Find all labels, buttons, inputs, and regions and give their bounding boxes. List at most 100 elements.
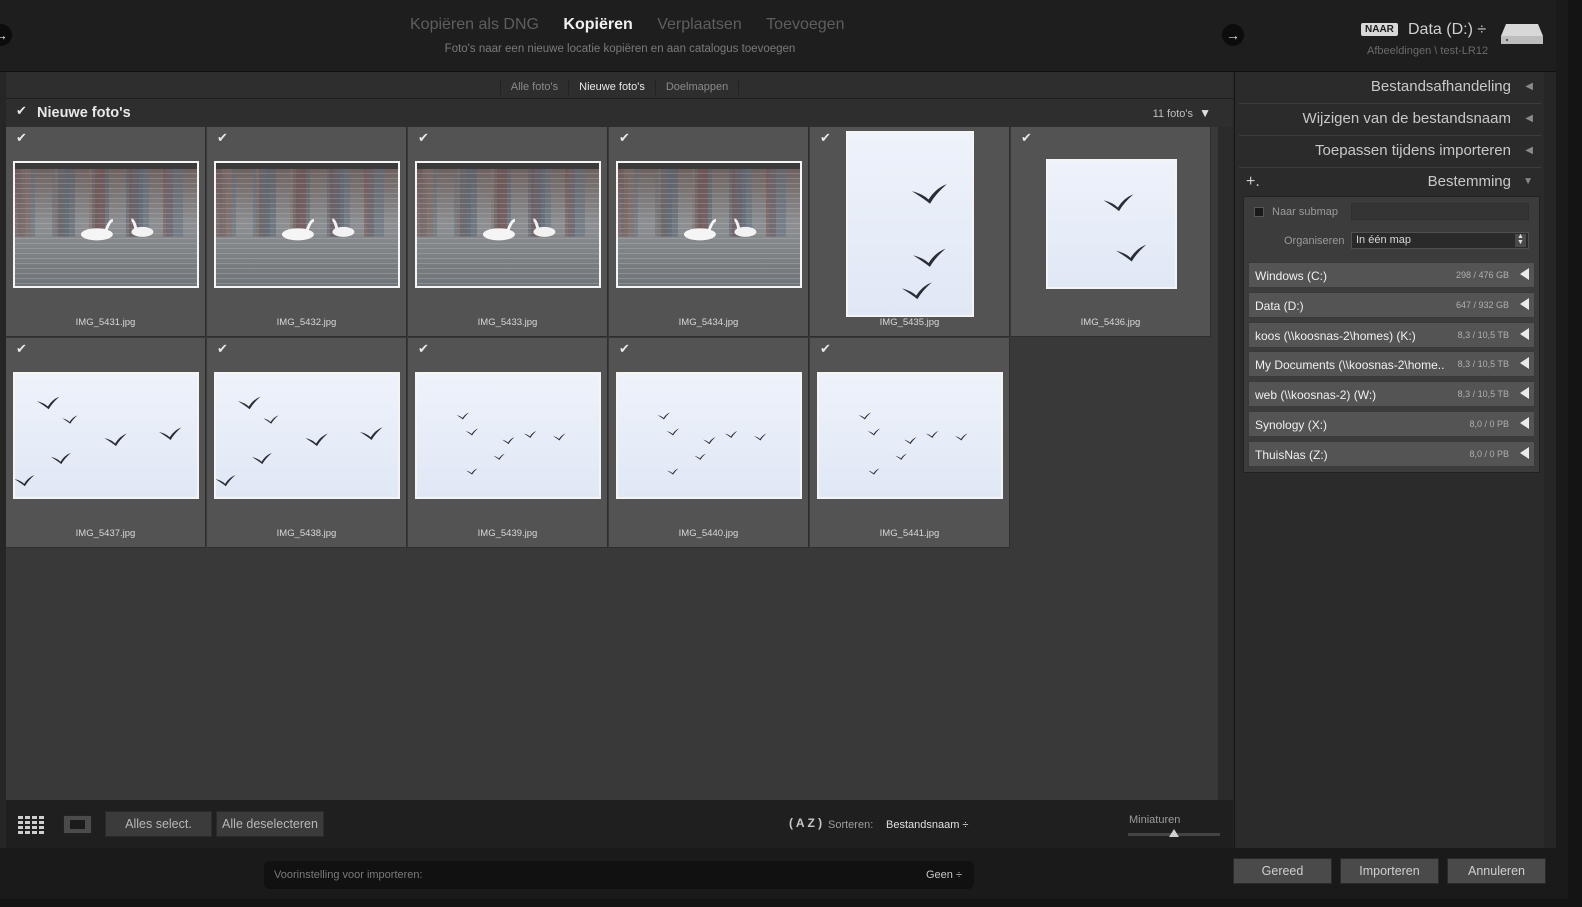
import-preset-bar[interactable]: Voorinstelling voor importeren: Geen ÷ [264, 861, 974, 889]
photo-checkbox[interactable]: ✔ [217, 342, 229, 355]
photo-thumbnail-image[interactable] [616, 160, 802, 288]
photo-thumbnail-cell[interactable]: ✔ IMG_5433.jpg [408, 127, 608, 337]
section-file-handling[interactable]: Bestandsafhandeling ◀ [1239, 73, 1541, 101]
photo-thumbnail-image[interactable] [616, 371, 802, 499]
photo-filename: IMG_5434.jpg [678, 317, 739, 328]
section-apply-during-import-label: Toepassen tijdens importeren [1315, 142, 1511, 159]
grid-header: ✔ Nieuwe foto's 11 foto's ▼ [6, 99, 1233, 127]
section-apply-during-import[interactable]: Toepassen tijdens importeren ◀ [1239, 137, 1541, 165]
thumbnail-size-knob[interactable] [1169, 829, 1179, 837]
deselect-all-button[interactable]: Alle deselecteren [216, 811, 324, 837]
photo-filename: IMG_5432.jpg [276, 317, 337, 328]
subfolder-input[interactable] [1351, 203, 1529, 220]
photo-checkbox[interactable]: ✔ [619, 131, 631, 144]
photo-thumbnail-cell[interactable]: ✔ IMG_5437.jpg [6, 338, 206, 548]
cancel-button[interactable]: Annuleren [1447, 858, 1546, 884]
photo-thumbnail-cell[interactable]: ✔ IMG_5435.jpg [810, 127, 1010, 337]
photo-checkbox[interactable]: ✔ [418, 131, 430, 144]
import-button[interactable]: Importeren [1340, 858, 1439, 884]
expand-icon: ◀ [1525, 81, 1533, 92]
photo-thumbnail-cell[interactable]: ✔ IMG_5431.jpg [6, 127, 206, 337]
sort-select[interactable]: Bestandsnaam ÷ [886, 819, 968, 831]
photo-thumbnail-image[interactable] [415, 371, 601, 499]
photo-thumbnail-cell[interactable]: ✔ IMG_5439.jpg [408, 338, 608, 548]
volume-name: My Documents (\\koosnas-2\home... [1255, 358, 1445, 373]
select-all-button[interactable]: Alles select. [105, 811, 212, 837]
destination-title[interactable]: Data (D:) ÷ [1408, 21, 1486, 39]
grid-scrollbar[interactable] [1218, 127, 1233, 800]
photo-checkbox[interactable]: ✔ [1021, 131, 1033, 144]
mode-copy-as-dng[interactable]: Kopiëren als DNG [410, 16, 539, 34]
expand-icon: ◀ [1525, 113, 1533, 124]
grid-view-icon[interactable] [18, 816, 46, 834]
volume-item[interactable]: web (\\koosnas-2) (W:) 8,3 / 10,5 TB [1248, 381, 1535, 408]
volume-size: 647 / 932 GB [1455, 299, 1509, 310]
mode-move[interactable]: Verplaatsen [657, 16, 742, 34]
hard-drive-icon [1501, 24, 1543, 44]
volume-item[interactable]: Windows (C:) 298 / 476 GB [1248, 262, 1535, 288]
photo-thumbnail-cell[interactable]: ✔ IMG_5434.jpg [609, 127, 809, 337]
tab-all-photos[interactable]: Alle foto's [499, 79, 568, 95]
section-file-renaming-label: Wijzigen van de bestandsnaam [1302, 110, 1511, 127]
photo-thumbnail-cell[interactable]: ✔ IMG_5432.jpg [207, 127, 407, 337]
volume-name: ThuisNas (Z:) [1255, 447, 1328, 462]
sort-order-icon[interactable]: ( A Z ) [789, 816, 822, 830]
photo-thumbnail-image[interactable] [214, 160, 400, 288]
mode-add[interactable]: Toevoegen [766, 16, 844, 34]
organize-label: Organiseren [1284, 235, 1345, 247]
photo-count: 11 foto's [1152, 108, 1193, 120]
loupe-view-icon[interactable] [63, 815, 92, 834]
volume-name: web (\\koosnas-2) (W:) [1255, 388, 1377, 403]
photo-thumbnail-image[interactable] [214, 371, 400, 499]
done-button[interactable]: Gereed [1233, 858, 1332, 884]
photo-filename: IMG_5441.jpg [879, 528, 940, 539]
volume-name: Windows (C:) [1255, 269, 1328, 283]
photo-checkbox[interactable]: ✔ [820, 342, 832, 355]
destination-arrow-icon[interactable]: → [1222, 24, 1244, 46]
volume-item[interactable]: koos (\\koosnas-2\homes) (K:) 8,3 / 10,5 … [1248, 321, 1535, 348]
subfolder-checkbox[interactable] [1254, 207, 1264, 217]
volume-size: 8,3 / 10,5 TB [1457, 389, 1509, 400]
mode-copy[interactable]: Kopiëren [563, 16, 632, 34]
footer: Voorinstelling voor importeren: Geen ÷ G… [0, 848, 1568, 899]
source-arrow-icon[interactable]: → [0, 24, 12, 46]
photo-checkbox[interactable]: ✔ [16, 131, 28, 144]
volume-item[interactable]: ThuisNas (Z:) 8,0 / 0 PB [1248, 440, 1535, 467]
volume-item[interactable]: Synology (X:) 8,0 / 0 PB [1248, 411, 1535, 437]
volume-item[interactable]: Data (D:) 647 / 932 GB [1248, 291, 1535, 318]
volume-size: 8,3 / 10,5 TB [1457, 329, 1509, 340]
photo-checkbox[interactable]: ✔ [820, 131, 832, 144]
photo-filename: IMG_5439.jpg [477, 528, 538, 539]
mode-description: Foto's naar een nieuwe locatie kopiëren … [444, 43, 796, 55]
tab-new-photos[interactable]: Nieuwe foto's [568, 79, 655, 95]
stepper-icon: ▲ ▼ [1515, 233, 1526, 247]
select-all-checkbox[interactable]: ✔ [16, 104, 28, 117]
photo-thumbnail-cell[interactable]: ✔ IMG_5440.jpg [609, 338, 809, 548]
photo-thumbnail-image[interactable] [415, 160, 601, 288]
volume-size: 8,0 / 0 PB [1469, 448, 1509, 459]
photo-filename: IMG_5436.jpg [1080, 317, 1141, 328]
photo-checkbox[interactable]: ✔ [16, 342, 28, 355]
collapse-icon[interactable]: ▼ [1199, 106, 1211, 120]
photo-thumbnail-cell[interactable]: ✔ IMG_5438.jpg [207, 338, 407, 548]
photo-checkbox[interactable]: ✔ [619, 342, 631, 355]
section-destination[interactable]: Bestemming ▼ [1239, 168, 1541, 196]
photo-thumbnail-image[interactable] [13, 371, 199, 499]
photo-checkbox[interactable]: ✔ [418, 342, 430, 355]
photo-thumbnail-image[interactable] [817, 371, 1003, 499]
section-destination-label: Bestemming [1427, 173, 1511, 190]
preset-select[interactable]: Geen ÷ [926, 869, 962, 881]
photo-thumbnail-image[interactable] [1045, 159, 1177, 289]
photo-thumbnail-image[interactable] [13, 160, 199, 288]
mode-switcher: Kopiëren als DNG Kopiëren Verplaatsen To… [400, 16, 844, 34]
section-file-renaming[interactable]: Wijzigen van de bestandsnaam ◀ [1239, 105, 1541, 133]
organize-select[interactable]: In één map ▲ ▼ [1351, 232, 1529, 249]
divider [1239, 103, 1541, 104]
window-edge [1556, 0, 1568, 899]
photo-checkbox[interactable]: ✔ [217, 131, 229, 144]
volume-item[interactable]: My Documents (\\koosnas-2\home... 8,3 / 1… [1248, 351, 1535, 378]
tab-destination-folders[interactable]: Doelmappen [654, 79, 740, 95]
photo-thumbnail-image[interactable] [846, 131, 974, 317]
photo-thumbnail-cell[interactable]: ✔ IMG_5436.jpg [1011, 127, 1211, 337]
photo-thumbnail-cell[interactable]: ✔ IMG_5441.jpg [810, 338, 1010, 548]
